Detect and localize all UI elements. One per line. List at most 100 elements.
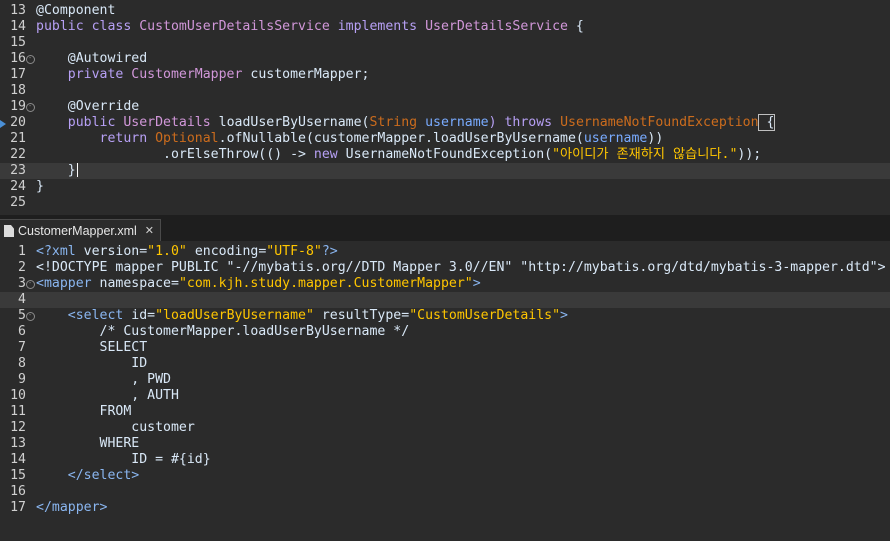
code-token: <select	[36, 308, 132, 323]
code-text: .orElseThrow(() -> new UsernameNotFoundE…	[36, 147, 761, 163]
code-line[interactable]: 8 ID	[0, 356, 890, 372]
line-number: 15	[10, 468, 26, 483]
java-editor[interactable]: 13 @Component 14 public class CustomUserDet…	[0, 0, 890, 218]
code-token: public	[36, 115, 124, 130]
code-text: SELECT	[36, 340, 148, 356]
code-token: ID = #{id}	[36, 452, 211, 467]
code-line[interactable]: 12 customer	[0, 420, 890, 436]
line-number: 11	[10, 404, 26, 419]
code-line[interactable]: 17 private CustomerMapper customerMapper…	[0, 67, 890, 83]
code-text: ID = #{id}	[36, 452, 211, 468]
code-text: public class CustomUserDetailsService im…	[36, 19, 584, 35]
code-line[interactable]: 20 public UserDetails loadUserByUsername…	[0, 114, 890, 131]
xml-editor[interactable]: 1 <?xml version="1.0" encoding="UTF-8"?> 2…	[0, 241, 890, 541]
code-line[interactable]: 16 @Autowired	[0, 51, 890, 67]
text-cursor	[76, 163, 78, 177]
code-token: username	[417, 115, 489, 130]
code-text: @Override	[36, 99, 139, 115]
line-number: 17	[10, 67, 26, 82]
fold-collapse-icon[interactable]	[26, 55, 35, 64]
code-text: @Autowired	[36, 51, 147, 67]
code-text: @Component	[36, 3, 115, 19]
line-number: 6	[18, 324, 26, 339]
code-line[interactable]: 23 }	[0, 163, 890, 179]
code-text: }	[36, 163, 78, 179]
override-marker-icon[interactable]	[0, 120, 6, 128]
line-number: 17	[10, 500, 26, 515]
code-token: username	[583, 131, 648, 146]
code-line[interactable]: 1 <?xml version="1.0" encoding="UTF-8"?>	[0, 244, 890, 260]
fold-collapse-icon[interactable]	[26, 280, 35, 289]
code-text: return Optional.ofNullable(customerMappe…	[36, 131, 664, 147]
tab-label: CustomerMapper.xml	[18, 224, 137, 238]
code-text: FROM	[36, 404, 132, 420]
code-token: private	[36, 67, 132, 82]
line-number: 4	[18, 292, 26, 307]
code-text: <?xml version="1.0" encoding="UTF-8"?>	[36, 244, 338, 260]
code-line[interactable]: 17 </mapper>	[0, 500, 890, 516]
code-line[interactable]: 16	[0, 484, 890, 500]
code-line[interactable]: 6 /* CustomerMapper.loadUserByUsername *…	[0, 324, 890, 340]
code-line[interactable]: 5 <select id="loadUserByUsername" result…	[0, 308, 890, 324]
code-token: ) throws	[488, 115, 561, 130]
code-line[interactable]: 24}	[0, 179, 890, 195]
code-token: class	[91, 19, 140, 34]
code-token: {	[567, 19, 584, 34]
code-line[interactable]: 11 FROM	[0, 404, 890, 420]
code-token: implements	[329, 19, 426, 34]
code-token: }	[36, 179, 44, 194]
line-number: 3	[18, 276, 26, 291]
code-token: loadUserByUsername(	[210, 115, 370, 130]
code-token: version=	[83, 244, 148, 259]
tab-customer-mapper-xml[interactable]: CustomerMapper.xml ✕	[0, 219, 162, 242]
line-number: 1	[18, 244, 26, 259]
code-token: Optional	[155, 131, 219, 146]
code-line[interactable]: 22 .orElseThrow(() -> new UsernameNotFou…	[0, 147, 890, 163]
code-token: <mapper	[36, 276, 100, 291]
code-line[interactable]: 15 </select>	[0, 468, 890, 484]
code-line[interactable]: 14 ID = #{id}	[0, 452, 890, 468]
line-number: 23	[10, 163, 26, 178]
line-number: 21	[10, 131, 26, 146]
code-line[interactable]: 18	[0, 83, 890, 99]
code-line[interactable]: 19 @Override	[0, 99, 890, 115]
code-token: }	[36, 163, 76, 178]
code-line[interactable]: 15	[0, 35, 890, 51]
code-token: WHERE	[36, 436, 140, 451]
code-token: "CustomUserDetails"	[409, 308, 561, 323]
code-line[interactable]: 14 public class CustomUserDetailsService …	[0, 19, 890, 35]
code-line[interactable]: 7 SELECT	[0, 340, 890, 356]
code-token: UsernameNotFoundException(	[345, 147, 553, 162]
line-number: 2	[18, 260, 26, 275]
code-line[interactable]: 10 , AUTH	[0, 388, 890, 404]
code-token: "com.kjh.study.mapper.CustomerMapper"	[178, 276, 473, 291]
code-token: ))	[647, 131, 664, 146]
code-line[interactable]: 13 WHERE	[0, 436, 890, 452]
line-number: 25	[10, 195, 26, 210]
code-token: CustomUserDetailsService	[139, 19, 330, 34]
fold-collapse-icon[interactable]	[26, 103, 35, 112]
code-token: ));	[737, 147, 762, 162]
code-token: public	[36, 19, 92, 34]
code-line[interactable]: 25	[0, 195, 890, 211]
code-token: return	[36, 131, 156, 146]
code-line[interactable]: 2 <!DOCTYPE mapper PUBLIC "-//mybatis.org…	[0, 260, 890, 276]
code-line[interactable]: 3 <mapper namespace="com.kjh.study.mapper…	[0, 276, 890, 292]
code-line[interactable]: 21 return Optional.ofNullable(customerMa…	[0, 131, 890, 147]
code-token: >	[472, 276, 481, 291]
code-token: /* CustomerMapper.loadUserByUsername */	[36, 324, 410, 339]
close-icon[interactable]: ✕	[145, 225, 154, 237]
xml-file-icon	[4, 225, 14, 237]
code-token: FROM	[36, 404, 132, 419]
code-line[interactable]: 9 , PWD	[0, 372, 890, 388]
code-token: UsernameNotFoundException	[560, 115, 759, 130]
fold-collapse-icon[interactable]	[26, 312, 35, 321]
code-line[interactable]: 13 @Component	[0, 3, 890, 19]
code-token: UserDetails	[123, 115, 211, 130]
code-token: {	[757, 114, 776, 131]
code-token: </mapper>	[36, 500, 108, 515]
line-number: 16	[10, 51, 26, 66]
code-line[interactable]: 4	[0, 292, 890, 308]
code-token: customer	[36, 420, 195, 435]
line-number: 14	[10, 19, 26, 34]
